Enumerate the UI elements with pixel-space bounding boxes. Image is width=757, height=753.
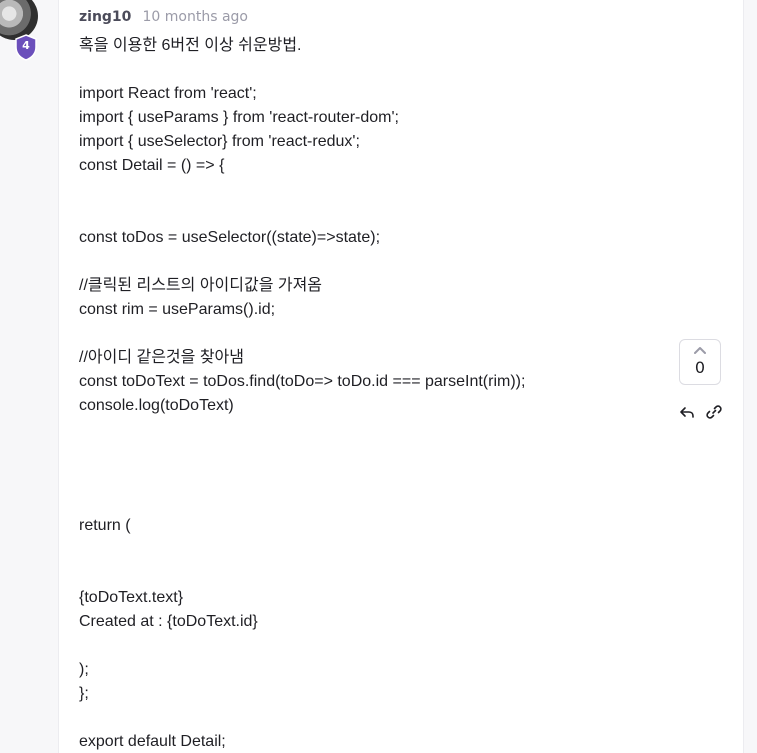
comment-line: Created at : {toDoText.id} (79, 613, 258, 630)
comment-line: import { useSelector} from 'react-redux'… (79, 133, 360, 150)
comment-line (79, 706, 659, 730)
comment-line: const rim = useParams().id; (79, 301, 276, 318)
comment-line: //아이디 같은것을 찾아냄 (79, 349, 244, 366)
comment-line: import React from 'react'; (79, 85, 257, 102)
comment-line: const toDos = useSelector((state)=>state… (79, 229, 381, 246)
comment-line: import { useParams } from 'react-router-… (79, 109, 399, 126)
comment-line: const toDoText = toDos.find(toDo=> toDo.… (79, 373, 526, 390)
comment-line (79, 418, 659, 442)
comment-line (79, 250, 659, 274)
reply-icon[interactable] (679, 404, 695, 420)
comment-line: }; (79, 685, 89, 702)
comment-timestamp[interactable]: 10 months ago (143, 9, 248, 25)
comment-line: //클릭된 리스트의 아이디값을 가져옴 (79, 277, 323, 294)
chevron-up-icon (694, 347, 706, 354)
comment-line (79, 562, 659, 586)
comment-line (79, 58, 659, 82)
comment-line (79, 538, 659, 562)
level-number: 4 (22, 39, 30, 52)
link-icon[interactable] (706, 404, 722, 420)
comment-thread: 4 zing10 10 months ago 혹을 이용한 6버전 이상 쉬운방… (0, 0, 757, 753)
comment-meta: zing10 10 months ago (79, 6, 248, 25)
comment-line: return ( (79, 517, 131, 534)
upvote-button[interactable]: 0 (679, 339, 721, 385)
comment-card: zing10 10 months ago 혹을 이용한 6버전 이상 쉬운방법.… (58, 0, 744, 753)
comment-line (79, 442, 659, 466)
comment-line (79, 466, 659, 490)
comment-line: {toDoText.text} (79, 589, 184, 606)
vote-count: 0 (694, 358, 706, 377)
comment-line (79, 322, 659, 346)
level-badge: 4 (14, 34, 38, 61)
comment-line (79, 202, 659, 226)
comment-line (79, 178, 659, 202)
comment-line (79, 490, 659, 514)
comment-line (79, 634, 659, 658)
comment-line: export default Detail; (79, 733, 226, 750)
username[interactable]: zing10 (79, 9, 131, 25)
comment-line: ); (79, 661, 89, 678)
comment-line: 혹을 이용한 6버전 이상 쉬운방법. (79, 37, 302, 54)
comment-line: const Detail = () => { (79, 157, 225, 174)
comment-line: console.log(toDoText) (79, 397, 234, 414)
comment-body: 혹을 이용한 6버전 이상 쉬운방법. import React from 're… (79, 34, 659, 753)
